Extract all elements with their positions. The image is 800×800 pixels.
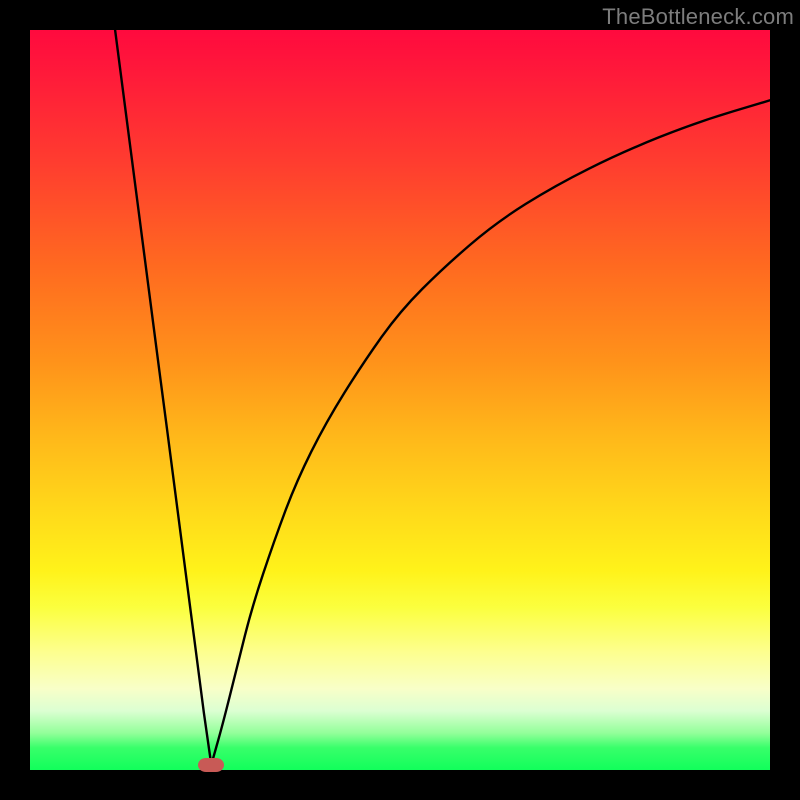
optimum-marker xyxy=(198,758,224,772)
bottleneck-curve xyxy=(30,30,770,770)
plot-area xyxy=(30,30,770,770)
chart-frame: TheBottleneck.com xyxy=(0,0,800,800)
watermark-text: TheBottleneck.com xyxy=(602,4,794,30)
